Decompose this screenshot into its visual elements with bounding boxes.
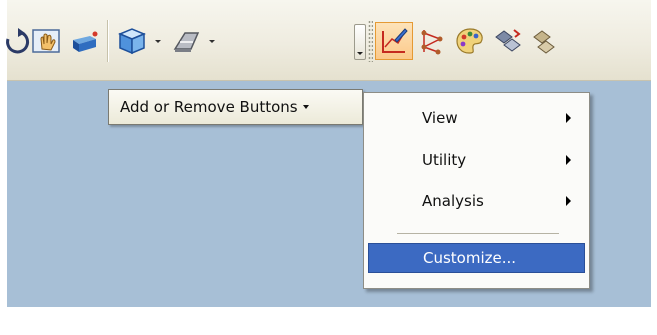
add-or-remove-buttons-button[interactable]: Add or Remove Buttons (108, 89, 363, 125)
vertex-icon[interactable] (413, 22, 451, 60)
render-icon[interactable] (167, 22, 205, 60)
sketch-icon[interactable] (375, 22, 413, 60)
window-frame-bottom (0, 307, 657, 335)
toolbar (6, 0, 651, 81)
submenu-arrow-icon (566, 113, 571, 123)
menu-item-label: View (422, 109, 458, 127)
toolbar-options-button[interactable] (354, 24, 366, 60)
context-menu: View Utility Analysis Customize... (363, 92, 590, 289)
render-dropdown-arrow[interactable] (205, 22, 219, 60)
menu-item-view[interactable]: View (368, 103, 585, 133)
menu-item-customize[interactable]: Customize... (368, 243, 585, 273)
submenu-arrow-icon (566, 196, 571, 206)
transform-icon[interactable] (489, 22, 527, 60)
cube-icon[interactable] (113, 22, 151, 60)
menu-item-utility[interactable]: Utility (368, 145, 585, 175)
more-tool-icon[interactable] (527, 22, 565, 60)
window-frame-right (651, 0, 657, 335)
menu-item-label: Analysis (422, 192, 484, 210)
toolbar-grip[interactable] (368, 20, 373, 62)
menu-separator (397, 233, 559, 234)
add-or-remove-buttons-label: Add or Remove Buttons (120, 98, 298, 116)
shaded-box-icon[interactable] (65, 22, 103, 60)
palette-icon[interactable] (451, 22, 489, 60)
pan-icon[interactable] (27, 22, 65, 60)
cube-dropdown-arrow[interactable] (151, 22, 165, 60)
toolbar-separator (107, 20, 108, 62)
menu-item-label: Customize... (423, 249, 517, 267)
chevron-down-icon (302, 105, 309, 109)
menu-item-label: Utility (422, 151, 467, 169)
submenu-arrow-icon (566, 155, 571, 165)
menu-item-analysis[interactable]: Analysis (368, 186, 585, 216)
